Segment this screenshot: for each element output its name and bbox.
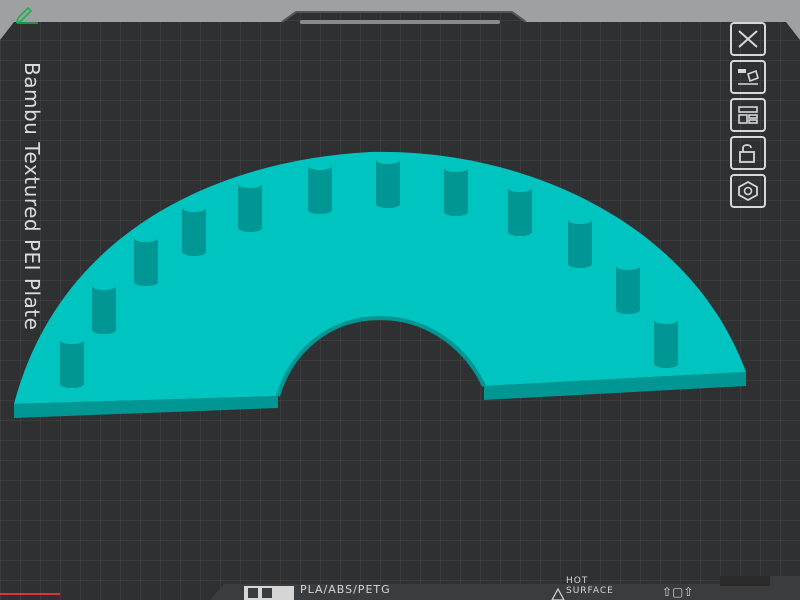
svg-text:⇧▢⇧: ⇧▢⇧ (662, 585, 693, 599)
hot-surface-line1: HOT (566, 576, 589, 586)
hot-surface-line2: SURFACE (566, 586, 614, 596)
filament-types-label: PLA/ABS/PETG (300, 583, 391, 596)
plate-bottom-strip: ⇧▢⇧ (210, 576, 800, 600)
